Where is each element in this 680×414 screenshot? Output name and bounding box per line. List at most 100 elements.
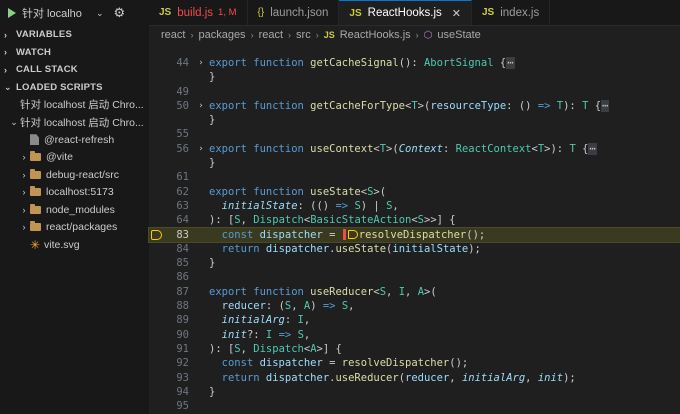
line-number: 87 xyxy=(176,285,189,298)
tab-label: build.js xyxy=(177,6,214,19)
text-cursor xyxy=(342,228,346,240)
loaded-script-item[interactable]: @react-refresh xyxy=(0,131,149,149)
loaded-script-item[interactable]: › node_modules xyxy=(0,201,149,219)
json-file-icon: {} xyxy=(257,7,265,18)
loaded-script-item[interactable]: ⌄ 针对 localhost 启动 Chro... xyxy=(0,114,149,132)
section-variables[interactable]: › VARIABLES xyxy=(0,26,149,44)
breadcrumb-item[interactable]: useState xyxy=(437,29,480,41)
loaded-scripts-tree: 针对 localhost 启动 Chro... ⌄ 针对 localhost 启动 … xyxy=(0,96,149,254)
line-number: 86 xyxy=(176,271,189,284)
chevron-right-icon: › xyxy=(4,47,8,58)
tab-build-js[interactable]: JS build.js 1, M xyxy=(149,0,248,25)
code-line: 95 xyxy=(149,399,680,413)
section-title: CALL STACK xyxy=(16,64,78,76)
loaded-script-label: 针对 localhost 启动 Chro... xyxy=(20,99,144,112)
section-title: LOADED SCRIPTS xyxy=(16,81,103,93)
loaded-script-item[interactable]: › react/packages xyxy=(0,219,149,237)
line-number xyxy=(163,70,193,84)
loaded-script-item[interactable]: › localhost:5173 xyxy=(0,184,149,202)
chevron-right-icon: › xyxy=(4,29,8,40)
code-line: 88 reducer: (S, A) => S, xyxy=(149,299,680,313)
debug-config-select[interactable]: 针对 localho xyxy=(22,5,90,21)
line-number: 92 xyxy=(176,357,189,370)
loaded-script-item[interactable]: › @vite xyxy=(0,149,149,167)
chevron-right-icon: › xyxy=(415,30,419,40)
line-number: 50 xyxy=(176,99,189,112)
loaded-script-item[interactable]: 针对 localhost 启动 Chro... xyxy=(0,96,149,114)
loaded-script-label: @react-refresh xyxy=(44,133,115,146)
code-line: 85} xyxy=(149,256,680,270)
line-number: 56 xyxy=(176,142,189,155)
folder-icon xyxy=(30,168,41,179)
breadcrumb-item[interactable]: packages xyxy=(198,29,245,41)
close-icon[interactable]: ✕ xyxy=(452,7,461,20)
start-debugging-icon[interactable] xyxy=(8,8,16,18)
tab-launch-json[interactable]: {} launch.json xyxy=(248,0,340,25)
code-line: 87 export function useReducer<S, I, A>( xyxy=(149,285,680,299)
tab-reacthooks-js[interactable]: JS ReactHooks.js ✕ xyxy=(339,0,472,25)
code-line: 93 return dispatcher.useReducer(reducer,… xyxy=(149,371,680,385)
svg-file-icon: ✳ xyxy=(30,237,41,252)
inline-breakpoint-icon[interactable] xyxy=(347,229,358,239)
folder-icon xyxy=(30,186,41,197)
chevron-right-icon: › xyxy=(4,64,8,75)
breadcrumb-item[interactable]: ReactHooks.js xyxy=(340,29,411,41)
loaded-script-item[interactable]: › debug-react/src xyxy=(0,166,149,184)
fold-expand-icon[interactable]: › xyxy=(193,56,209,70)
tab-index-js[interactable]: JS index.js xyxy=(472,0,551,25)
folder-icon xyxy=(30,221,41,232)
line-number: 90 xyxy=(176,328,189,341)
code-line: } xyxy=(149,70,680,84)
loaded-script-label: node_modules xyxy=(46,203,115,216)
line-number xyxy=(163,156,193,170)
line-number: 84 xyxy=(176,242,189,255)
line-number: 94 xyxy=(176,385,189,398)
code-line: 91): [S, Dispatch<A>] { xyxy=(149,342,680,356)
chevron-right-icon: › xyxy=(22,169,26,180)
code-line: 94} xyxy=(149,385,680,399)
tab-label: launch.json xyxy=(270,6,329,19)
chevron-right-icon: › xyxy=(22,152,26,163)
code-line: 50 › export function getCacheForType<T>(re… xyxy=(149,99,680,113)
debug-stackframe-icon[interactable] xyxy=(151,229,162,240)
line-number xyxy=(163,113,193,127)
chevron-right-icon: › xyxy=(22,222,26,233)
code-line: 62 export function useState<S>( xyxy=(149,185,680,199)
code-line: 86 xyxy=(149,270,680,284)
breadcrumb-item[interactable]: react xyxy=(259,29,283,41)
line-number: 89 xyxy=(176,314,189,327)
code-view[interactable]: 44 › export function getCacheSignal(): Abo… xyxy=(148,56,680,413)
js-file-icon: JS xyxy=(323,30,335,40)
loaded-script-label: 针对 localhost 启动 Chro... xyxy=(20,116,144,129)
chevron-right-icon: › xyxy=(190,30,194,40)
breadcrumb-item[interactable]: react xyxy=(161,29,185,41)
loaded-script-label: localhost:5173 xyxy=(46,186,114,199)
chevron-down-icon[interactable]: ⌄ xyxy=(96,8,104,19)
breadcrumb-item[interactable]: src xyxy=(296,29,311,41)
loaded-script-item[interactable]: ✳ vite.svg xyxy=(0,236,149,254)
code-line: 84 return dispatcher.useState(initialSta… xyxy=(149,242,680,256)
js-file-icon: JS xyxy=(159,7,172,18)
symbol-method-icon: ⬡ xyxy=(423,29,433,41)
chevron-right-icon: › xyxy=(315,30,319,40)
section-watch[interactable]: › WATCH xyxy=(0,44,149,62)
js-file-icon: JS xyxy=(349,7,362,19)
gear-icon[interactable]: ⚙ xyxy=(114,5,126,21)
code-line: 49 xyxy=(149,85,680,99)
code-line: 64): [S, Dispatch<BasicStateAction<S>>] … xyxy=(149,213,680,227)
chevron-right-icon: › xyxy=(250,30,254,40)
code-line: } xyxy=(149,156,680,170)
line-number: 95 xyxy=(176,400,189,413)
fold-expand-icon[interactable]: › xyxy=(193,142,209,156)
line-number: 55 xyxy=(176,128,189,141)
line-number: 93 xyxy=(176,371,189,384)
section-loaded-scripts[interactable]: ⌄ LOADED SCRIPTS xyxy=(0,79,149,97)
line-number: 91 xyxy=(176,342,189,355)
section-call-stack[interactable]: › CALL STACK xyxy=(0,61,149,79)
chevron-right-icon: › xyxy=(22,187,26,198)
file-icon xyxy=(30,134,39,146)
line-number: 49 xyxy=(176,85,189,98)
loaded-script-label: react/packages xyxy=(46,221,118,234)
fold-expand-icon[interactable]: › xyxy=(193,99,209,113)
line-number: 85 xyxy=(176,257,189,270)
